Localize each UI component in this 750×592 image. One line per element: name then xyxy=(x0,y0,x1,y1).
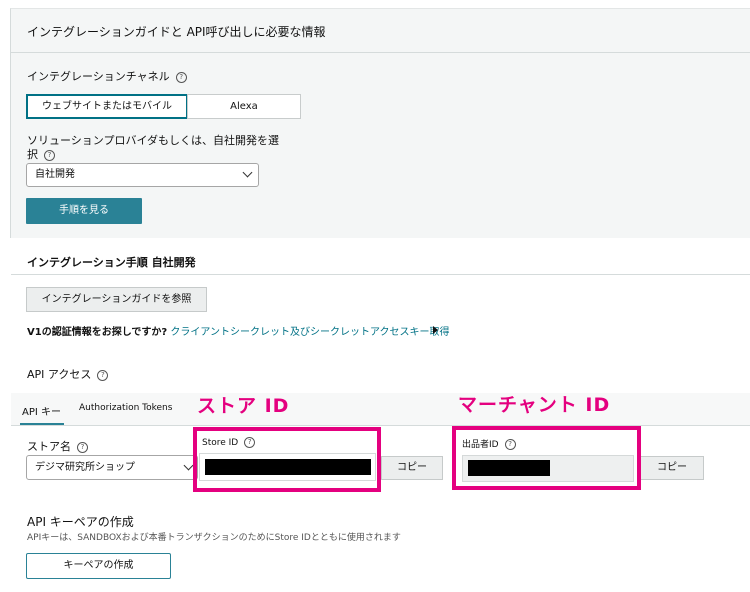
channel-option-web[interactable]: ウェブサイトまたはモバイル xyxy=(26,94,188,119)
provider-label-line2: 択? xyxy=(27,146,55,162)
help-icon[interactable]: ? xyxy=(77,442,88,453)
store-name-label: ストア名? xyxy=(27,438,88,454)
divider xyxy=(11,274,750,275)
tab-api-key[interactable]: API キー xyxy=(22,403,61,418)
tab-authorization-tokens[interactable]: Authorization Tokens xyxy=(79,403,172,413)
store-name-select[interactable]: デジマ研究所ショップ xyxy=(26,455,198,480)
provider-label-line1: ソリューションプロバイダもしくは、自社開発を選 xyxy=(27,134,280,147)
v1-credentials-row: V1の認証情報をお探しですか? クライアントシークレット及びシークレットアクセス… xyxy=(27,323,450,338)
store-name-value: デジマ研究所ショップ xyxy=(35,462,135,473)
guide-title: インテグレーションガイドと API呼び出しに必要な情報 xyxy=(27,25,326,39)
store-id-annotation: ストア ID xyxy=(197,395,290,417)
merchant-id-annotation: マーチャント ID xyxy=(458,394,611,416)
active-tab-indicator xyxy=(20,423,64,425)
integration-title: インテグレーション手順 自社開発 xyxy=(27,256,196,269)
create-keypair-button[interactable]: キーペアの作成 xyxy=(26,553,171,579)
api-access-title: API アクセス? xyxy=(27,366,109,382)
store-name-label-text: ストア名 xyxy=(27,440,71,453)
v1-question: V1の認証情報をお探しですか? xyxy=(27,327,168,338)
v1-credentials-link[interactable]: クライアントシークレット及びシークレットアクセスキー取得 xyxy=(170,327,449,338)
copy-seller-id-button[interactable]: コピー xyxy=(640,456,704,480)
integration-guide-button[interactable]: インテグレーションガイドを参照 xyxy=(26,287,207,312)
channel-label: インテグレーションチャネル? xyxy=(27,68,187,84)
merchant-id-highlight-box xyxy=(452,426,641,490)
triangle-right-icon xyxy=(433,326,438,334)
help-icon[interactable]: ? xyxy=(97,370,109,381)
api-access-title-text: API アクセス xyxy=(27,368,92,381)
keypair-title: API キーペアの作成 xyxy=(27,515,134,529)
keypair-description: APIキーは、SANDBOXおよび本番トランザクションのためにStore IDと… xyxy=(27,533,401,543)
view-steps-button[interactable]: 手順を見る xyxy=(26,198,142,224)
provider-select-value: 自社開発 xyxy=(35,169,75,180)
copy-store-id-button[interactable]: コピー xyxy=(381,456,443,480)
store-id-highlight-box xyxy=(193,427,381,492)
provider-select[interactable]: 自社開発 xyxy=(26,163,259,187)
channel-label-text: インテグレーションチャネル xyxy=(27,70,170,83)
channel-option-alexa[interactable]: Alexa xyxy=(187,94,301,119)
provider-label-line2-text: 択 xyxy=(27,148,38,161)
divider xyxy=(11,52,750,53)
help-icon[interactable]: ? xyxy=(175,72,187,83)
help-icon[interactable]: ? xyxy=(44,150,55,161)
